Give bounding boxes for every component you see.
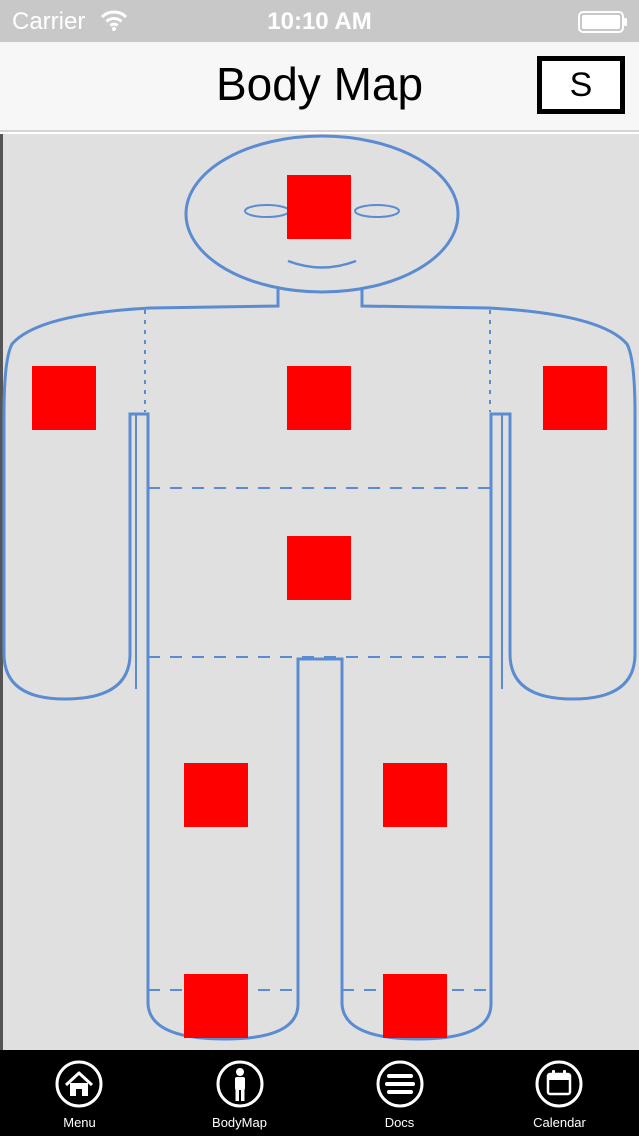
hotspot-chest[interactable] [287, 366, 351, 430]
tab-calendar-label: Calendar [533, 1115, 586, 1130]
tab-bodymap-label: BodyMap [212, 1115, 267, 1130]
body-map [0, 134, 639, 1050]
hotspot-left-lower-leg[interactable] [383, 974, 447, 1038]
hotspot-right-lower-leg[interactable] [184, 974, 248, 1038]
hotspot-left-upper-arm[interactable] [543, 366, 607, 430]
hotspot-left-thigh[interactable] [383, 763, 447, 827]
hotspot-right-upper-arm[interactable] [32, 366, 96, 430]
tab-docs[interactable]: Docs [320, 1050, 479, 1136]
hotspot-head[interactable] [287, 175, 351, 239]
s-button[interactable]: S [537, 56, 625, 114]
calendar-icon [535, 1060, 583, 1108]
battery-icon [578, 11, 627, 33]
hotspot-right-thigh[interactable] [184, 763, 248, 827]
tab-calendar[interactable]: Calendar [480, 1050, 639, 1136]
home-icon [55, 1060, 103, 1108]
tab-bar: Menu BodyMap Docs Calendar [0, 1050, 639, 1136]
tab-menu-label: Menu [63, 1115, 96, 1130]
hotspot-abdomen[interactable] [287, 536, 351, 600]
tab-docs-label: Docs [384, 1115, 415, 1130]
tab-bodymap[interactable]: BodyMap [160, 1050, 319, 1136]
list-icon [376, 1060, 424, 1108]
tab-menu[interactable]: Menu [0, 1050, 159, 1136]
person-icon [216, 1060, 264, 1108]
status-bar: Carrier 10:10 AM [0, 0, 639, 42]
navigation-bar: Body Map S [0, 42, 639, 132]
clock: 10:10 AM [267, 8, 372, 35]
